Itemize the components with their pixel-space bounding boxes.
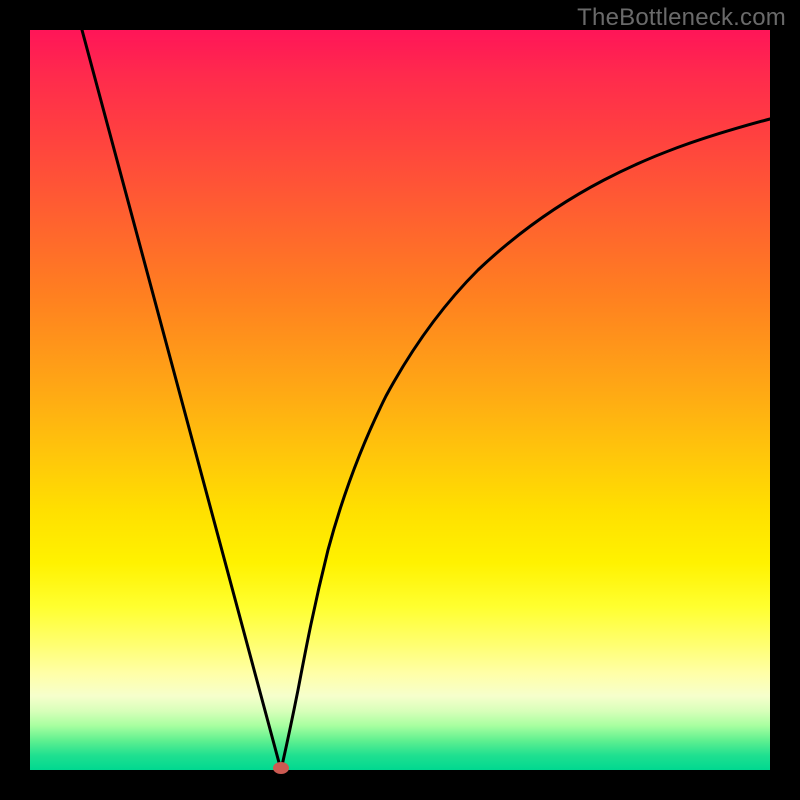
watermark-label: TheBottleneck.com	[577, 4, 786, 32]
plot-area	[30, 30, 770, 770]
bottleneck-curve	[30, 30, 770, 770]
curve-left-branch	[82, 30, 281, 770]
chart-frame: TheBottleneck.com	[0, 0, 800, 800]
curve-right-branch	[281, 119, 770, 770]
minimum-marker	[273, 762, 289, 774]
